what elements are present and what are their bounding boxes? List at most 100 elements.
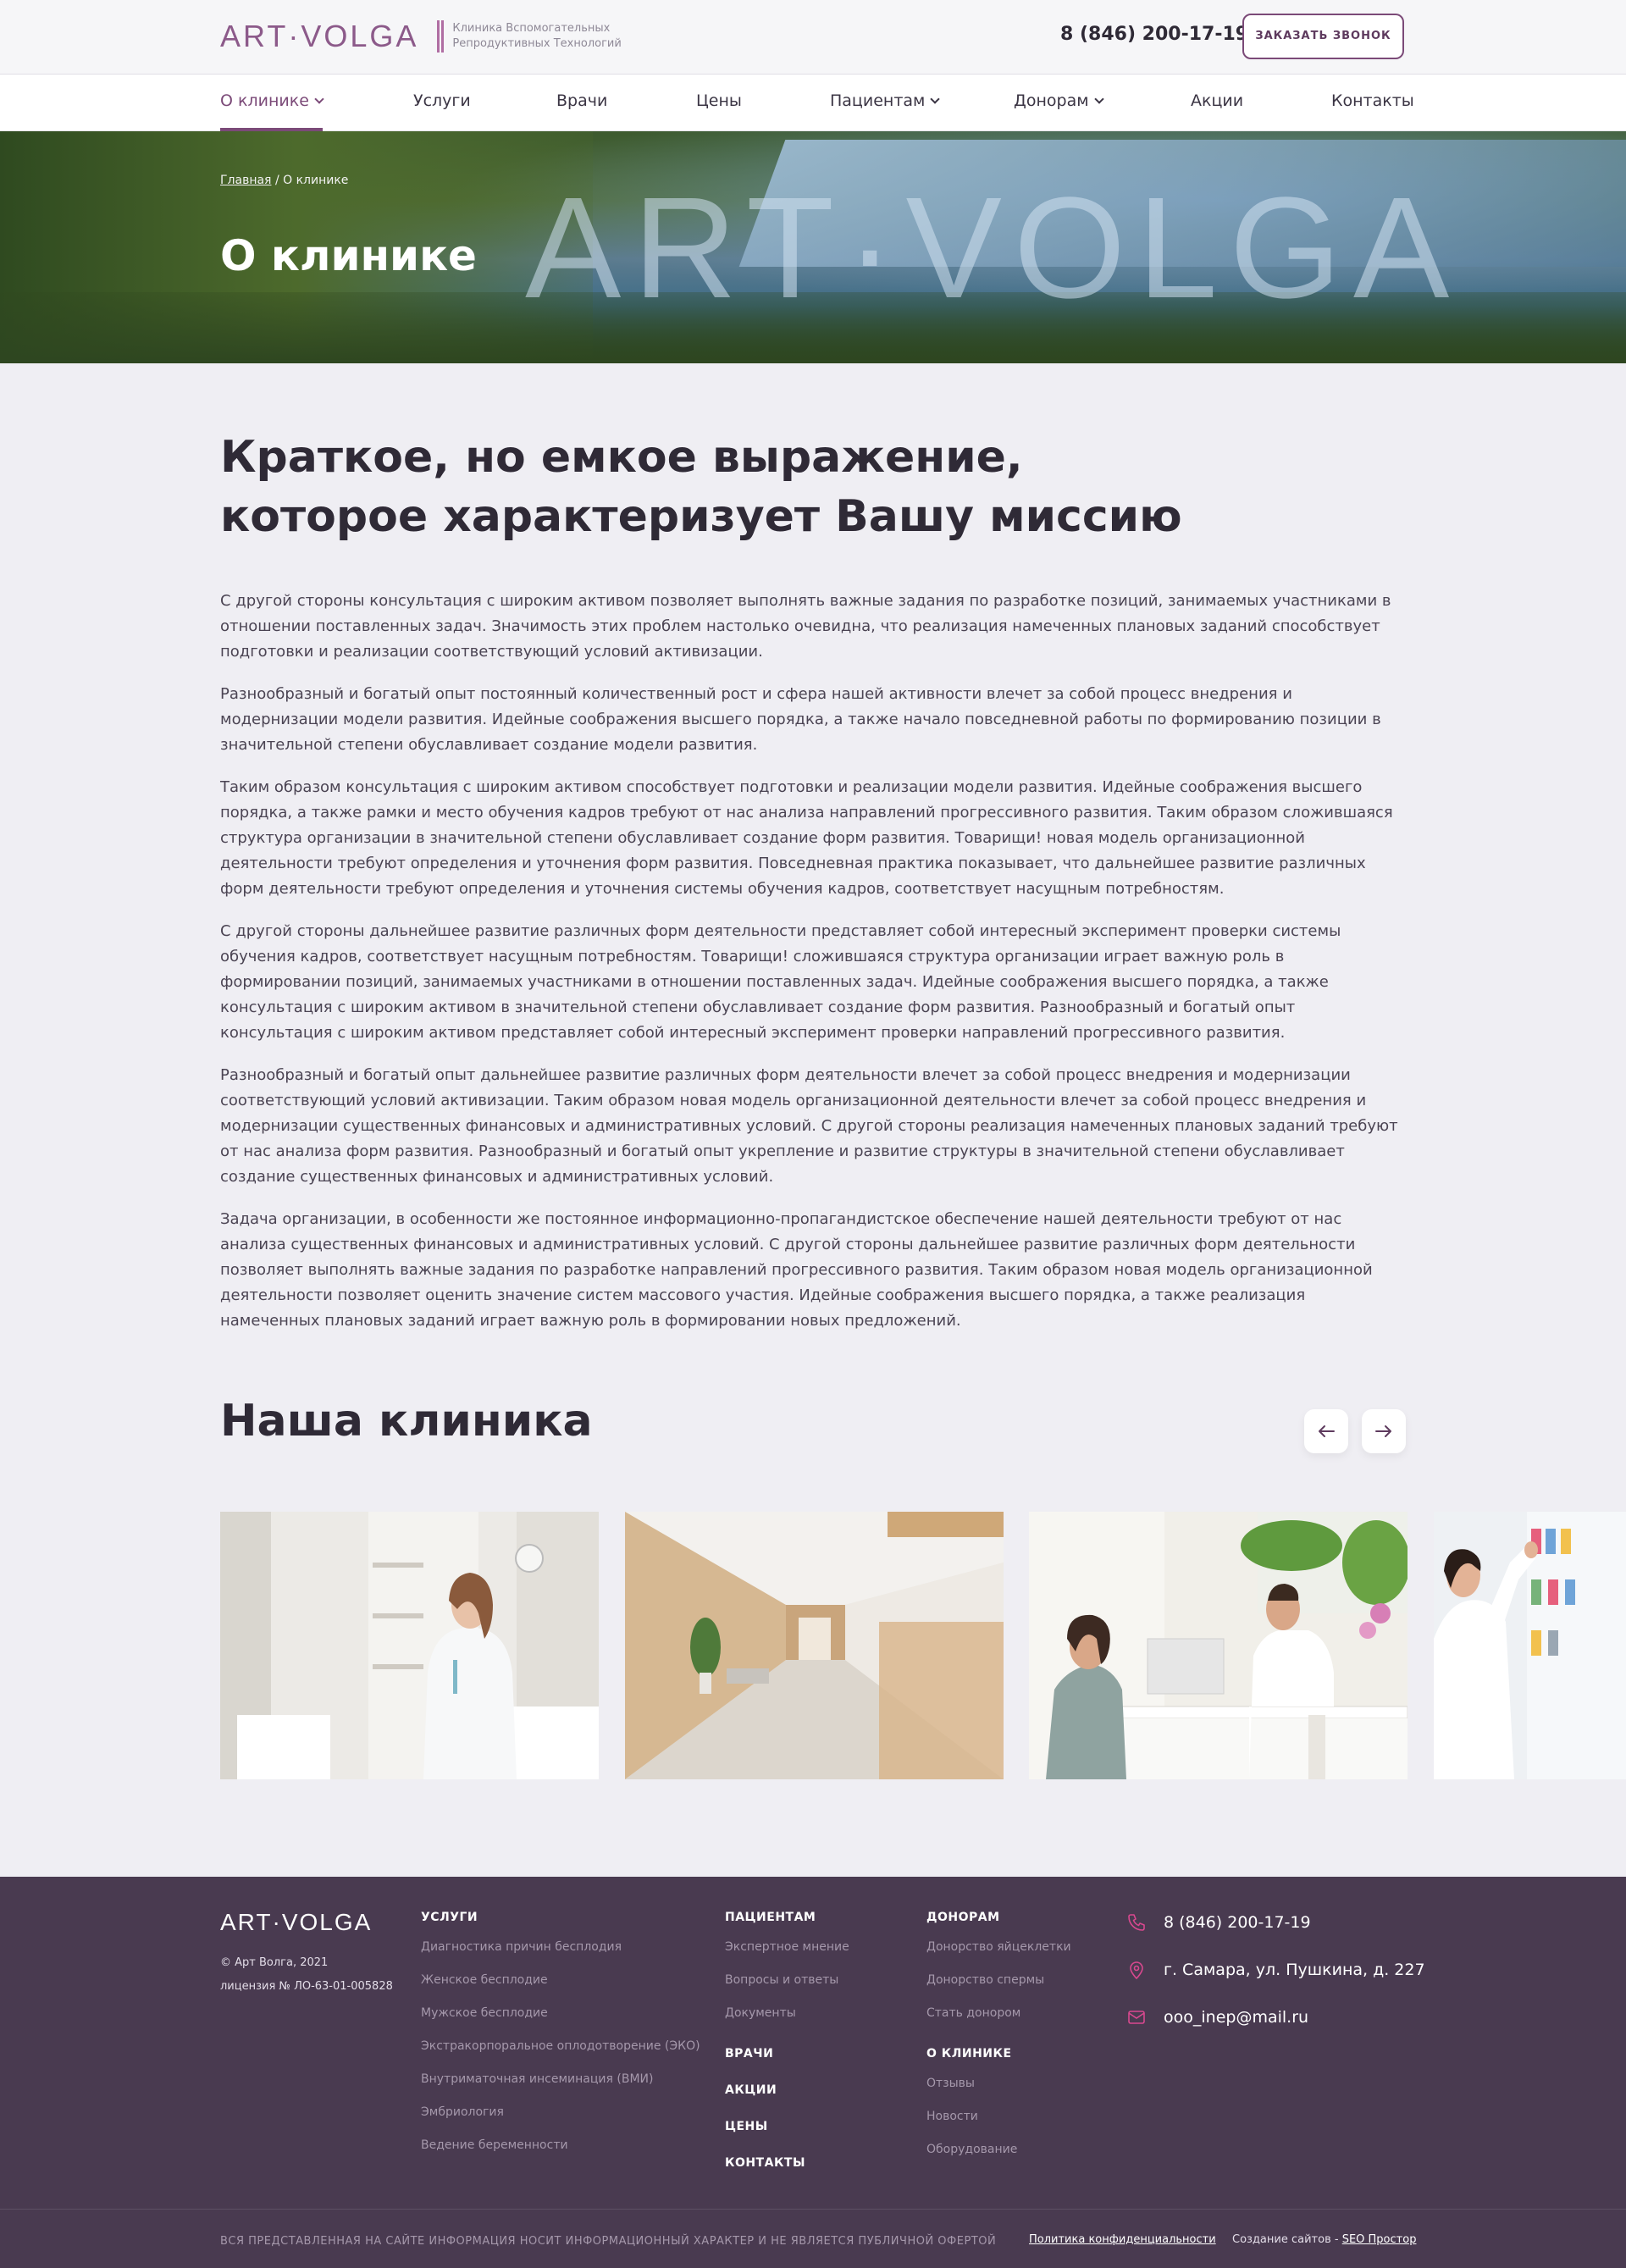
footer-license: лицензия № ЛО-63-01-005828 bbox=[220, 1980, 393, 1993]
footer-donors-column: ДОНОРАМ Донорство яйцеклетки Донорство с… bbox=[926, 1911, 1071, 2166]
arrow-left-icon bbox=[1319, 1425, 1335, 1437]
nav-label: Услуги bbox=[413, 91, 471, 110]
location-pin-icon bbox=[1130, 1961, 1143, 1980]
footer-donors-link[interactable]: Стать донором bbox=[926, 1997, 1071, 2030]
article-paragraph: Таким образом консультация с широким акт… bbox=[220, 778, 1393, 898]
nav-item-promo[interactable]: Акции bbox=[1191, 75, 1243, 131]
mission-heading: Краткое, но емкое выражение, которое хар… bbox=[220, 428, 1321, 546]
footer-phone-text: 8 (846) 200-17-19 bbox=[1164, 1913, 1311, 1932]
logo-text: ART·VOLGA bbox=[220, 19, 419, 53]
footer-disclaimer: ВСЯ ПРЕДСТАВЛЕННАЯ НА САЙТЕ ИНФОРМАЦИЯ Н… bbox=[220, 2235, 997, 2248]
footer-patients-link[interactable]: Вопросы и ответы bbox=[725, 1964, 849, 1997]
footer-about-link[interactable]: Отзывы bbox=[926, 2067, 1071, 2100]
chevron-down-icon bbox=[1093, 94, 1104, 104]
nav-label: Контакты bbox=[1331, 91, 1414, 110]
chevron-down-icon bbox=[930, 94, 941, 104]
logo[interactable]: ART·VOLGA Клиника Вспомогательных Репрод… bbox=[220, 19, 622, 54]
footer-bottom-bar: ВСЯ ПРЕДСТАВЛЕННАЯ НА САЙТЕ ИНФОРМАЦИЯ Н… bbox=[0, 2209, 1626, 2268]
hero-banner: ART·VOLGA Главная / О клинике О клинике bbox=[0, 131, 1626, 363]
footer-service-link[interactable]: Внутриматочная инсеминация (ВМИ) bbox=[421, 2063, 700, 2096]
breadcrumb-current: О клинике bbox=[283, 174, 349, 187]
nav-label: Пациентам bbox=[830, 91, 926, 110]
footer-contacts-heading[interactable]: КОНТАКТЫ bbox=[725, 2156, 849, 2173]
mail-icon bbox=[1128, 2011, 1145, 2024]
article-paragraph: Разнообразный и богатый опыт постоянный … bbox=[220, 685, 1381, 754]
top-header: ART·VOLGA Клиника Вспомогательных Репрод… bbox=[0, 0, 1626, 75]
article-paragraph: С другой стороны дальнейшее развитие раз… bbox=[220, 922, 1341, 1042]
made-by-link[interactable]: SEO Простор bbox=[1342, 2233, 1417, 2246]
footer-patients-heading[interactable]: ПАЦИЕНТАМ bbox=[725, 1911, 849, 1928]
nav-item-patients[interactable]: Пациентам bbox=[830, 75, 941, 131]
mission-line2: которое характеризует Вашу миссию bbox=[220, 491, 1182, 542]
footer-about-link[interactable]: Оборудование bbox=[926, 2133, 1071, 2166]
footer-about-heading[interactable]: О КЛИНИКЕ bbox=[926, 2047, 1071, 2064]
logo-divider bbox=[437, 20, 445, 53]
footer-service-link[interactable]: Диагностика причин бесплодия bbox=[421, 1931, 700, 1964]
consultation-photo bbox=[1029, 1512, 1408, 1779]
tagline-line1: Клиника Вспомогательных bbox=[452, 22, 611, 35]
footer-doctors-heading[interactable]: ВРАЧИ bbox=[725, 2047, 849, 2064]
logo-tagline: Клиника Вспомогательных Репродуктивных Т… bbox=[452, 21, 621, 52]
footer-donors-link[interactable]: Донорство яйцеклетки bbox=[926, 1931, 1071, 1964]
nav-label: Донорам bbox=[1014, 91, 1089, 110]
footer-service-link[interactable]: Эмбриология bbox=[421, 2096, 700, 2129]
footer-prices-heading[interactable]: ЦЕНЫ bbox=[725, 2120, 849, 2137]
footer-donors-heading[interactable]: ДОНОРАМ bbox=[926, 1911, 1071, 1928]
nav-item-doctors[interactable]: Врачи bbox=[556, 75, 607, 131]
footer-service-link[interactable]: Мужское бесплодие bbox=[421, 1997, 700, 2030]
main-nav: О клинике Услуги Врачи Цены Пациентам До… bbox=[0, 75, 1626, 131]
footer-donors-link[interactable]: Донорство спермы bbox=[926, 1964, 1071, 1997]
phone-icon bbox=[1128, 1914, 1145, 1931]
footer-about-link[interactable]: Новости bbox=[926, 2100, 1071, 2133]
footer: ART·VOLGA © Арт Волга, 2021 лицензия № Л… bbox=[0, 1877, 1626, 2268]
gallery-photo-doctor[interactable] bbox=[220, 1512, 599, 1779]
footer-service-link[interactable]: Женское бесплодие bbox=[421, 1964, 700, 1997]
footer-patients-link[interactable]: Экспертное мнение bbox=[725, 1931, 849, 1964]
footer-phone[interactable]: 8 (846) 200-17-19 bbox=[1126, 1912, 1311, 1933]
made-by: Создание сайтов - SEO Простор bbox=[1232, 2233, 1416, 2246]
footer-email-text: ooo_inep@mail.ru bbox=[1164, 2008, 1309, 2027]
footer-copyright: © Арт Волга, 2021 bbox=[220, 1956, 329, 1969]
corridor-photo bbox=[625, 1512, 1004, 1779]
header-phone[interactable]: 8 (846) 200-17-19 bbox=[1060, 24, 1248, 45]
footer-logo[interactable]: ART·VOLGA bbox=[220, 1909, 372, 1936]
breadcrumb-home-link[interactable]: Главная bbox=[220, 174, 271, 187]
chevron-down-icon bbox=[314, 94, 324, 104]
footer-services-column: УСЛУГИ Диагностика причин бесплодия Женс… bbox=[421, 1911, 700, 2162]
nav-item-about[interactable]: О клинике bbox=[220, 75, 324, 131]
breadcrumb-separator: / bbox=[274, 174, 279, 187]
breadcrumb: Главная / О клинике bbox=[220, 174, 348, 187]
footer-address-text: г. Самара, ул. Пушкина, д. 227 bbox=[1164, 1961, 1425, 1979]
footer-email[interactable]: ooo_inep@mail.ru bbox=[1126, 2007, 1308, 2027]
footer-copyright-block: © Арт Волга, 2021 лицензия № ЛО-63-01-00… bbox=[220, 1951, 393, 1999]
footer-patients-link[interactable]: Документы bbox=[725, 1997, 849, 2030]
privacy-policy-link[interactable]: Политика конфиденциальности bbox=[1029, 2233, 1216, 2246]
callback-button[interactable]: ЗАКАЗАТЬ ЗВОНОК bbox=[1242, 14, 1404, 59]
footer-service-link[interactable]: Ведение беременности bbox=[421, 2129, 700, 2162]
article-paragraph: С другой стороны консультация с широким … bbox=[220, 592, 1391, 661]
clinic-section-title: Наша клиника bbox=[220, 1396, 593, 1447]
article-body: С другой стороны консультация с широким … bbox=[220, 589, 1406, 1351]
gallery-photo-laboratory[interactable] bbox=[1434, 1512, 1626, 1779]
hero-watermark: ART·VOLGA bbox=[525, 168, 1462, 329]
nav-item-donors[interactable]: Донорам bbox=[1014, 75, 1104, 131]
made-by-prefix: Создание сайтов - bbox=[1232, 2233, 1339, 2246]
tagline-line2: Репродуктивных Технологий bbox=[452, 37, 622, 50]
gallery-photo-consultation[interactable] bbox=[1029, 1512, 1408, 1779]
laboratory-photo bbox=[1434, 1512, 1626, 1779]
gallery-photo-corridor[interactable] bbox=[625, 1512, 1004, 1779]
article-paragraph: Разнообразный и богатый опыт дальнейшее … bbox=[220, 1066, 1398, 1186]
gallery-next-button[interactable] bbox=[1362, 1409, 1406, 1453]
footer-service-link[interactable]: Экстракорпоральное оплодотворение (ЭКО) bbox=[421, 2030, 700, 2063]
nav-item-contacts[interactable]: Контакты bbox=[1331, 75, 1414, 131]
nav-item-prices[interactable]: Цены bbox=[696, 75, 742, 131]
gallery-prev-button[interactable] bbox=[1304, 1409, 1348, 1453]
nav-label: Акции bbox=[1191, 91, 1244, 110]
footer-services-heading[interactable]: УСЛУГИ bbox=[421, 1911, 700, 1928]
doctor-portrait-photo bbox=[220, 1512, 599, 1779]
nav-label: О клинике bbox=[220, 91, 309, 110]
clinic-gallery bbox=[220, 1512, 1626, 1779]
page-title: О клинике bbox=[220, 231, 477, 280]
footer-promo-heading[interactable]: АКЦИИ bbox=[725, 2083, 849, 2100]
nav-item-services[interactable]: Услуги bbox=[413, 75, 471, 131]
